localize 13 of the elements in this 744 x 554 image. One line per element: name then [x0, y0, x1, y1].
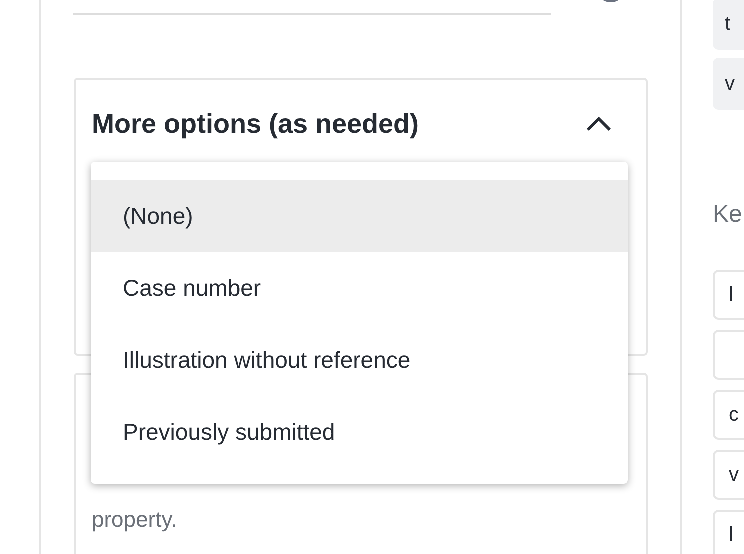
tag-chip[interactable]: t [713, 0, 744, 50]
keyword-field[interactable]: l [713, 510, 744, 554]
section-header[interactable]: More options (as needed) [76, 80, 646, 144]
tag-chip[interactable]: v [713, 58, 744, 110]
keyword-field[interactable]: l [713, 270, 744, 320]
keyword-field[interactable]: c [713, 390, 744, 440]
dropdown-option[interactable]: Case number [91, 252, 628, 324]
description-text: property. [92, 506, 178, 534]
dropdown-option[interactable]: Previously submitted [91, 396, 628, 468]
section-heading: Ke [713, 200, 744, 230]
keyword-field[interactable]: v [713, 450, 744, 500]
dropdown-option[interactable]: Illustration without reference [91, 324, 628, 396]
dropdown-option[interactable]: (None) [91, 180, 628, 252]
